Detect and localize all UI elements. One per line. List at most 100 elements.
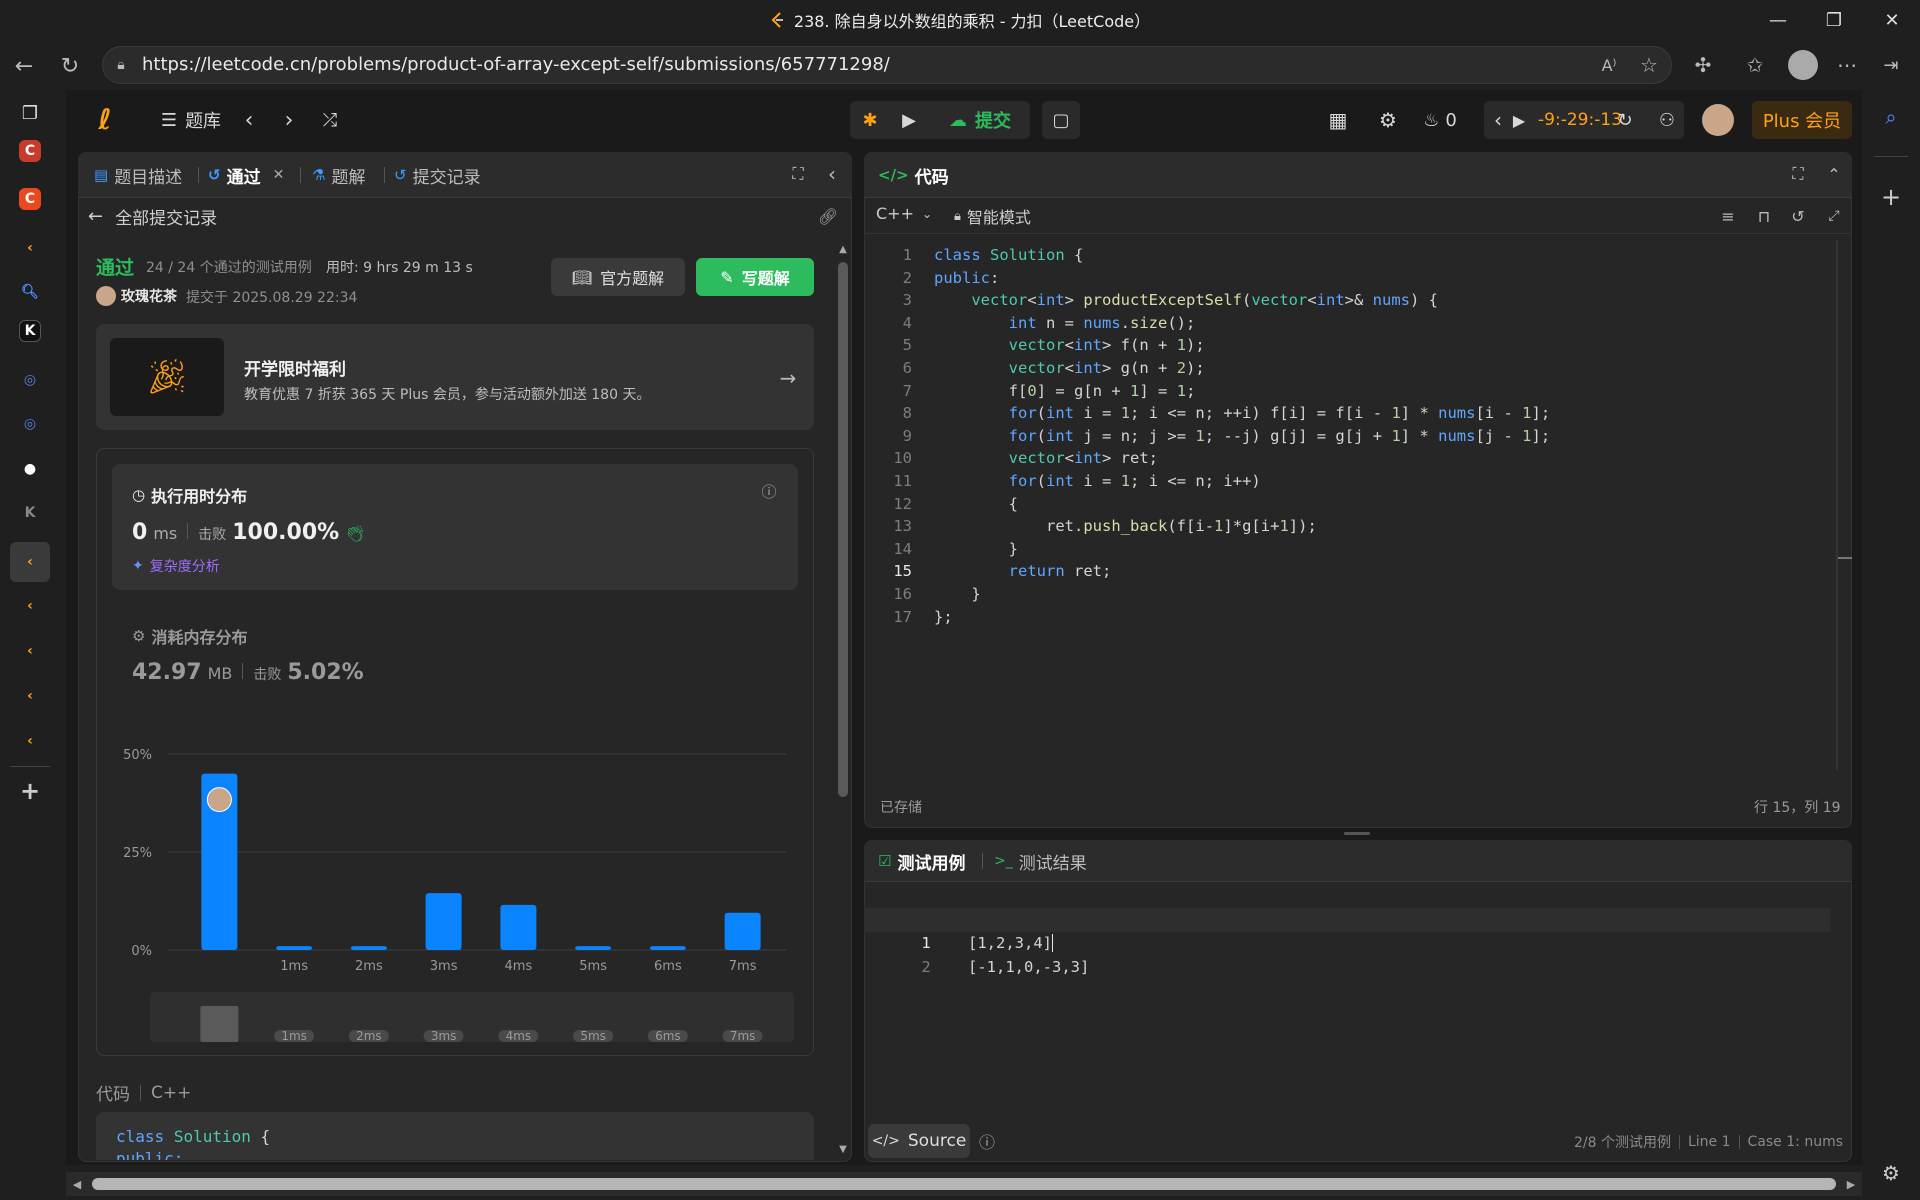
tab-actions-icon[interactable]: ❐ <box>14 97 46 129</box>
code-line[interactable]: 9 for(int j = n; j >= 1; --j) g[j] = g[j… <box>880 425 1830 448</box>
back-icon[interactable]: ← <box>8 50 40 82</box>
tab-favicon-c1[interactable]: C <box>19 140 41 162</box>
extensions-icon[interactable]: ✣ <box>1690 52 1716 78</box>
search-icon[interactable]: ⌕ <box>1876 102 1906 132</box>
share-link-icon[interactable]: 🔗︎ <box>816 204 840 228</box>
code-line[interactable]: 10 vector<int> ret; <box>880 447 1830 470</box>
code-line[interactable]: 1 class Solution { <box>880 244 1830 267</box>
next-problem-chevron-icon[interactable]: › <box>276 102 302 138</box>
favorites-icon[interactable]: ✩ <box>1742 52 1768 78</box>
problem-list-button[interactable]: ☰ 题库 <box>146 102 236 138</box>
editor-collapse-chevron-icon[interactable]: ⌃ <box>1822 162 1846 186</box>
username[interactable]: 玫瑰花茶 <box>121 286 177 306</box>
format-code-icon[interactable]: ≡ <box>1716 204 1740 228</box>
prev-problem-chevron-icon[interactable]: ‹ <box>236 102 262 138</box>
reset-code-icon[interactable]: ↺ <box>1786 204 1810 228</box>
testcase-line[interactable]: 2 [-1,1,0,-3,3] <box>880 933 1089 976</box>
close-button[interactable]: ✕ <box>1864 0 1920 40</box>
timer-play-icon[interactable]: ▶ <box>1508 102 1530 138</box>
user-avatar-small[interactable] <box>96 286 116 306</box>
panel-resize-handle[interactable] <box>1344 832 1370 835</box>
code-line[interactable]: 14 } <box>880 538 1830 561</box>
fullscreen-icon[interactable]: ⛶ <box>786 162 810 186</box>
code-line[interactable]: 8 for(int i = 1; i <= n; ++i) f[i] = f[i… <box>880 402 1830 425</box>
favorite-star-icon[interactable]: ☆ <box>1636 52 1662 78</box>
maximize-button[interactable]: ❐ <box>1806 0 1862 40</box>
tab-submissions[interactable]: ↺ 提交记录 <box>394 163 481 188</box>
tab-favicon-github[interactable]: ● <box>14 453 46 485</box>
chart-bar[interactable] <box>350 946 387 950</box>
tab-code[interactable]: </> 代码 <box>878 163 949 188</box>
debug-bug-icon[interactable]: ✱ <box>854 102 886 138</box>
tab-favicon-c2[interactable]: C <box>19 188 41 210</box>
left-panel-scrollbar[interactable] <box>838 262 848 797</box>
tab-favicon-leetcode-2[interactable]: ‹ <box>14 590 46 622</box>
close-tab-icon[interactable]: ✕ <box>273 167 285 183</box>
tab-favicon-k2[interactable]: K <box>14 497 46 529</box>
random-problem-shuffle-icon[interactable]: ⤮ <box>316 102 344 138</box>
settings-icon[interactable]: ⚙ <box>1372 102 1404 138</box>
language-selector[interactable]: C++ ⌄ <box>876 204 932 223</box>
tab-favicon-leetcode-4[interactable]: ‹ <box>14 680 46 712</box>
code-line[interactable]: 3 vector<int> productExceptSelf(vector<i… <box>880 289 1830 312</box>
timer-collapse-chevron-icon[interactable]: ‹ <box>1488 102 1508 138</box>
tab-solutions[interactable]: ⚗ 题解 <box>312 163 365 188</box>
horizontal-scroll-thumb[interactable] <box>92 1178 1836 1190</box>
tab-accepted[interactable]: ↺ 通过 ✕ <box>208 163 285 188</box>
chart-bar[interactable] <box>500 904 537 950</box>
read-aloud-icon[interactable]: A⁾ <box>1596 52 1622 78</box>
submit-button[interactable]: ☁ 提交 <box>934 102 1026 138</box>
notes-icon[interactable]: ▢ <box>1042 101 1080 139</box>
code-line[interactable]: 17}; <box>880 606 1830 629</box>
smart-mode-toggle[interactable]: 🔒︎ 智能模式 <box>954 204 1031 228</box>
scroll-right-icon[interactable]: ▶ <box>1844 1176 1858 1192</box>
code-line[interactable]: 5 vector<int> f(n + 1); <box>880 334 1830 357</box>
tab-favicon-leetcode-3[interactable]: ‹ <box>14 635 46 667</box>
new-tab-icon[interactable]: + <box>14 775 46 807</box>
code-line[interactable]: 6 vector<int> g(n + 2); <box>880 357 1830 380</box>
code-line[interactable]: 16 } <box>880 583 1830 606</box>
tab-favicon-leetcode-5[interactable]: ‹ <box>14 725 46 757</box>
write-solution-button[interactable]: ✎ 写题解 <box>696 258 814 296</box>
editor-minimap-track[interactable] <box>1836 240 1838 770</box>
expand-icon[interactable]: ⤢ <box>1822 204 1846 228</box>
collapse-panel-chevron-icon[interactable]: ‹ <box>820 162 844 186</box>
source-button[interactable]: </> Source <box>868 1124 970 1158</box>
run-play-icon[interactable]: ▶ <box>892 102 926 138</box>
tab-test-results[interactable]: >_ 测试结果 <box>994 849 1087 874</box>
chart-bar[interactable] <box>575 946 612 950</box>
promo-arrow-right-icon[interactable]: → <box>774 364 802 392</box>
back-to-submissions-link[interactable]: ← 全部提交记录 <box>88 204 308 229</box>
code-line[interactable]: 13 ret.push_back(f[i-1]*g[i+1]); <box>880 515 1830 538</box>
add-sidebar-icon[interactable]: + <box>1876 182 1906 212</box>
editor-fullscreen-icon[interactable]: ⛶ <box>1786 162 1810 186</box>
sidebar-toggle-icon[interactable]: ⇥ <box>1878 52 1904 78</box>
streak-counter[interactable]: ♨ 0 <box>1420 102 1460 138</box>
url-text[interactable]: https://leetcode.cn/problems/product-of-… <box>142 52 890 78</box>
tab-favicon-blue1[interactable]: ◎ <box>14 364 46 396</box>
user-avatar[interactable] <box>1702 104 1734 136</box>
code-editor[interactable]: 1 class Solution {2 public: 3 vector<int> p… <box>880 244 1830 644</box>
chart-bar[interactable] <box>724 912 761 950</box>
scroll-left-icon[interactable]: ◀ <box>70 1176 84 1192</box>
scroll-down-icon[interactable]: ▼ <box>836 1142 850 1156</box>
minimize-button[interactable]: — <box>1750 0 1806 40</box>
code-line[interactable]: 12 { <box>880 493 1830 516</box>
leetcode-home-logo-icon[interactable]: ℓ <box>90 102 120 136</box>
more-menu-icon[interactable]: ⋯ <box>1834 52 1860 78</box>
memory-title[interactable]: ⚙ 消耗内存分布 <box>132 624 247 648</box>
plus-membership-button[interactable]: Plus 会员 <box>1752 101 1852 139</box>
official-solution-button[interactable]: 📖︎ 官方题解 <box>551 258 685 296</box>
profile-avatar[interactable] <box>1788 50 1818 80</box>
code-line[interactable]: 7 f[0] = g[n + 1] = 1; <box>880 380 1830 403</box>
code-line[interactable]: 11 for(int i = 1; i <= n; i++) <box>880 470 1830 493</box>
tab-description[interactable]: ▤ 题目描述 <box>94 163 182 188</box>
help-icon[interactable]: ⓘ <box>976 1130 998 1152</box>
tab-favicon-search[interactable]: 🔍︎ <box>14 276 46 308</box>
lock-icon[interactable]: 🔒︎ <box>110 54 132 76</box>
add-friend-icon[interactable]: ⚇ <box>1652 102 1682 138</box>
layout-grid-icon[interactable]: ▦ <box>1322 102 1354 138</box>
tab-favicon-blue2[interactable]: ◎ <box>14 408 46 440</box>
code-line[interactable]: 15 return ret; <box>880 560 1830 583</box>
reload-icon[interactable]: ↻ <box>54 50 86 82</box>
